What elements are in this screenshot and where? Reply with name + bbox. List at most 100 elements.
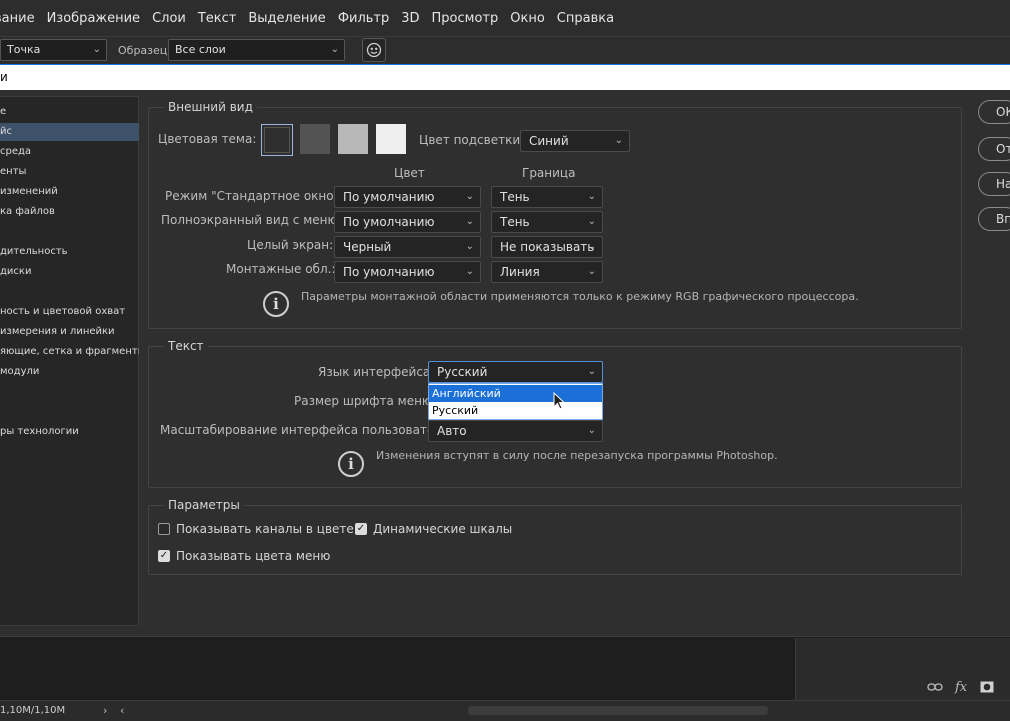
- highlight-color-value: Синий: [529, 134, 569, 148]
- fullscreen-border-select[interactable]: Не показывать ⌄: [491, 236, 603, 258]
- layers-panel-footer: [795, 638, 1010, 702]
- nav-item-guides-grid[interactable]: яющие, сетка и фрагменты: [0, 343, 139, 361]
- chevron-down-icon: ⌄: [587, 425, 596, 436]
- standard-window-border-value: Тень: [500, 190, 530, 204]
- next-button-label: Вперёд: [996, 212, 1010, 226]
- fullscreen-menu-border-select[interactable]: Тень ⌄: [491, 211, 603, 233]
- nav-item-interface[interactable]: йс: [0, 123, 139, 141]
- theme-swatch-light[interactable]: [338, 124, 368, 154]
- dynamic-sliders-checkbox[interactable]: ✓: [355, 523, 367, 535]
- fullscreen-menu-color-select[interactable]: По умолчанию ⌄: [334, 211, 481, 233]
- menu-item-select[interactable]: Выделение: [248, 11, 325, 26]
- chevron-down-icon: ⌄: [465, 216, 474, 227]
- theme-swatch-darkest[interactable]: [261, 124, 293, 156]
- show-menu-colors-checkbox[interactable]: ✓: [158, 550, 170, 562]
- show-channels-color-checkbox[interactable]: [158, 523, 170, 535]
- artboards-border-select[interactable]: Линия ⌄: [491, 261, 603, 283]
- fullscreen-color-value: Черный: [343, 240, 392, 254]
- standard-window-color-value: По умолчанию: [343, 190, 435, 204]
- sample-size-value: Точка: [7, 43, 41, 56]
- prev-button-label: Назад: [996, 177, 1010, 191]
- menu-item-text[interactable]: Текст: [198, 11, 237, 26]
- ui-language-value: Русский: [437, 365, 488, 379]
- ui-language-select[interactable]: Русский ⌄: [428, 361, 603, 383]
- next-button[interactable]: Вперёд: [978, 207, 1010, 231]
- sample-layers-select[interactable]: Все слои ⌄: [168, 39, 345, 61]
- theme-swatch-dark[interactable]: [300, 124, 330, 154]
- face-icon: [366, 42, 382, 58]
- chevron-down-icon: ⌄: [587, 216, 596, 227]
- chevron-left-icon[interactable]: ‹: [120, 704, 124, 717]
- language-option-english[interactable]: Английский: [429, 385, 602, 402]
- nav-item-scratch-disks[interactable]: диски: [0, 263, 139, 281]
- appearance-title: Внешний вид: [164, 100, 257, 114]
- options-group: [148, 505, 962, 575]
- chevron-down-icon: ⌄: [587, 241, 596, 252]
- nav-item-tech-previews[interactable]: ры технологии: [0, 423, 139, 441]
- layer-effects-icon[interactable]: fx: [955, 680, 967, 695]
- chevron-down-icon: ⌄: [465, 266, 474, 277]
- chevron-down-icon: ⌄: [465, 241, 474, 252]
- menu-item-layers[interactable]: Слои: [152, 11, 186, 26]
- sample-label: Образец:: [118, 44, 171, 57]
- theme-swatch-lightest[interactable]: [376, 124, 406, 154]
- ok-button-label: ОК: [996, 105, 1010, 119]
- standard-window-color-select[interactable]: По умолчанию ⌄: [334, 186, 481, 208]
- sample-size-select[interactable]: Точка ⌄: [0, 39, 107, 61]
- fullscreen-menu-label: Полноэкранный вид с меню:: [161, 213, 342, 227]
- column-header-color: Цвет: [394, 166, 425, 180]
- fullscreen-border-value: Не показывать: [500, 240, 595, 254]
- ui-scaling-label: Масштабирование интерфейса пользователя:: [160, 423, 454, 437]
- sample-layers-value: Все слои: [175, 43, 226, 56]
- ui-scaling-select[interactable]: Авто ⌄: [428, 420, 603, 442]
- artboard-info-text: Параметры монтажной области применяются …: [301, 290, 859, 303]
- nav-item-file-handling[interactable]: ка файлов: [0, 203, 139, 221]
- menu-item-3d[interactable]: 3D: [401, 11, 419, 26]
- dialog-title: и: [0, 70, 8, 84]
- mouse-cursor-icon: [553, 392, 566, 410]
- nav-item-workspace[interactable]: среда: [0, 143, 139, 161]
- menu-item-help[interactable]: Справка: [557, 11, 614, 26]
- nav-item-plugins[interactable]: модули: [0, 363, 139, 381]
- cancel-button[interactable]: Отмена: [978, 137, 1010, 161]
- column-header-border: Граница: [522, 166, 576, 180]
- chevron-down-icon: ⌄: [330, 44, 339, 55]
- nav-item-units-rulers[interactable]: измерения и линейки: [0, 323, 139, 341]
- highlight-color-select[interactable]: Синий ⌄: [520, 130, 630, 152]
- standard-window-border-select[interactable]: Тень ⌄: [491, 186, 603, 208]
- artboards-color-select[interactable]: По умолчанию ⌄: [334, 261, 481, 283]
- fullscreen-menu-color-value: По умолчанию: [343, 215, 435, 229]
- nav-item-general[interactable]: е: [0, 103, 139, 121]
- fullscreen-color-select[interactable]: Черный ⌄: [334, 236, 481, 258]
- restart-info-text: Изменения вступят в силу после перезапус…: [376, 449, 778, 462]
- color-theme-label: Цветовая тема:: [158, 132, 257, 146]
- show-channels-color-label: Показывать каналы в цвете: [176, 522, 354, 536]
- options-group-title: Параметры: [164, 498, 244, 512]
- artboards-border-value: Линия: [500, 265, 540, 279]
- ok-button[interactable]: ОК: [978, 100, 1010, 124]
- ui-language-label: Язык интерфейса:: [318, 365, 435, 379]
- nav-item-tools[interactable]: енты: [0, 163, 139, 181]
- language-option-russian[interactable]: Русский: [429, 402, 602, 419]
- nav-item-history[interactable]: изменений: [0, 183, 139, 201]
- layer-mask-icon[interactable]: [980, 681, 994, 693]
- standard-window-label: Режим "Стандартное окно":: [165, 189, 344, 203]
- menu-item-window[interactable]: Окно: [510, 11, 545, 26]
- artboards-label: Монтажные обл.:: [226, 262, 336, 276]
- menu-item-filter[interactable]: Фильтр: [338, 11, 389, 26]
- menu-item-view[interactable]: Просмотр: [432, 11, 499, 26]
- chevron-down-icon: ⌄: [587, 266, 596, 277]
- nav-item-performance[interactable]: дительность: [0, 243, 139, 261]
- menu-item-image[interactable]: Изображение: [47, 11, 140, 26]
- dialog-title-bar: и: [0, 64, 1010, 90]
- link-layers-icon[interactable]: [927, 682, 943, 692]
- face-aware-button[interactable]: [362, 38, 386, 62]
- chevron-down-icon: ⌄: [465, 191, 474, 202]
- prev-button[interactable]: Назад: [978, 172, 1010, 196]
- menu-item-file[interactable]: вание: [0, 11, 35, 26]
- ui-language-dropdown-list: Английский Русский: [428, 383, 603, 420]
- info-icon: i: [338, 451, 364, 477]
- chevron-right-icon[interactable]: ›: [103, 704, 107, 717]
- nav-item-transparency[interactable]: ность и цветовой охват: [0, 303, 139, 321]
- horizontal-scrollbar[interactable]: [468, 706, 768, 715]
